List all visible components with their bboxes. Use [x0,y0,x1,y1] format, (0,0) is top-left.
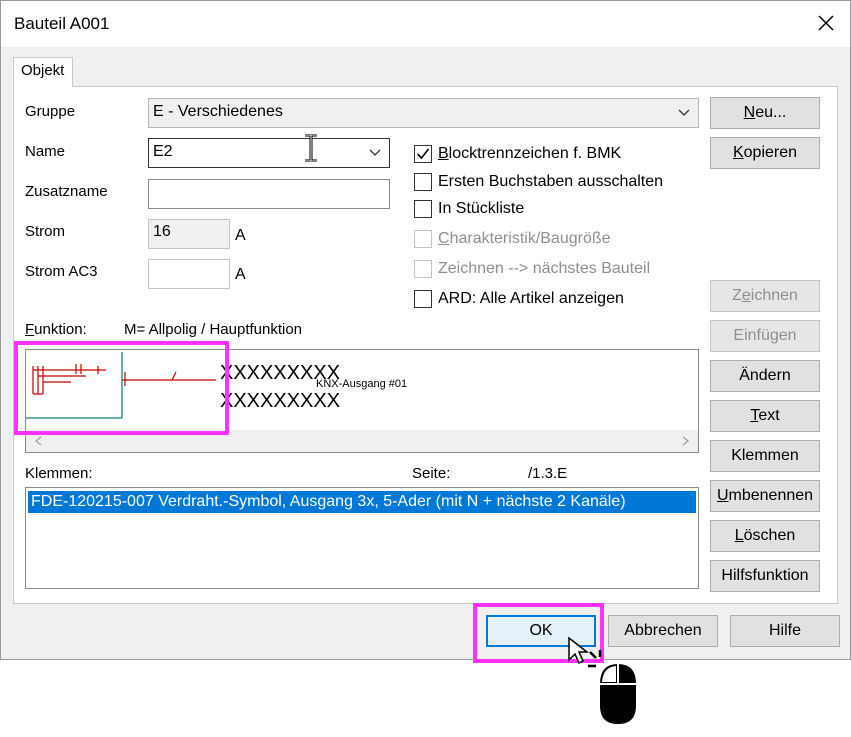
close-icon[interactable] [815,12,837,34]
strom-ac3-unit: A [235,266,246,283]
klemmen-button[interactable]: Klemmen [710,440,820,472]
umbenennen-button[interactable]: Umbenennen [710,480,820,512]
name-label: Name [25,143,66,160]
blocktrennzeichen-label: Blocktrennzeichen f. BMK [438,145,622,162]
ersten-buchstaben-checkbox[interactable] [414,173,432,191]
seite-value: /1.3.E [528,465,568,482]
kopieren-button[interactable]: Kopieren [710,137,820,169]
preview-placeholder-2: XXXXXXXXX [220,390,341,412]
klemmen-label: Klemmen: [25,465,93,482]
strom-label: Strom [25,223,66,240]
ersten-buchstaben-label: Ersten Buchstaben ausschalten [438,173,664,190]
charakteristik-checkbox[interactable] [414,230,432,248]
strom-ac3-label: Strom AC3 [25,263,98,280]
preview-caption: KNX-Ausgang #01 [316,378,408,390]
zeichnen-naechstes-label: Zeichnen --> nächstes Bauteil [438,260,651,277]
hilfe-button[interactable]: Hilfe [730,615,840,647]
strom-ac3-input[interactable] [148,259,230,289]
bauteil-dialog: Bauteil A001 Objekt Gruppe E - Verschied… [0,0,851,660]
in-stueckliste-label: In Stückliste [438,200,525,217]
strom-unit: A [235,227,246,244]
gruppe-value: E - Verschiedenes [153,103,283,120]
text-button[interactable]: Text [710,400,820,432]
ard-alle-artikel-checkbox[interactable] [414,290,432,308]
window-title: Bauteil A001 [14,14,110,33]
in-stueckliste-checkbox[interactable] [414,200,432,218]
list-item[interactable]: FDE-120215-007 Verdraht.-Symbol, Ausgang… [28,491,696,513]
symbol-highlight [14,341,229,435]
neu-button[interactable]: Neu... [710,97,820,129]
name-combobox[interactable]: E2 [148,138,390,168]
einfuegen-button[interactable]: Einfügen [710,320,820,352]
gruppe-dropdown[interactable]: E - Verschiedenes [148,98,699,128]
scroll-right-icon[interactable] [682,436,690,446]
gruppe-label: Gruppe [25,103,76,120]
loeschen-button[interactable]: Löschen [710,520,820,552]
scroll-left-icon[interactable] [34,436,42,446]
title-bar: Bauteil A001 [1,1,850,47]
zusatzname-label: Zusatzname [25,183,108,200]
funktion-value: M= Allpolig / Hauptfunktion [124,321,303,338]
text-cursor-icon [305,134,317,162]
mouse-click-icon [588,650,636,724]
zusatzname-input[interactable] [148,179,390,209]
charakteristik-label: Charakteristik/Baugröße [438,230,611,247]
ard-alle-artikel-label: ARD: Alle Artikel anzeigen [438,290,624,307]
strom-input[interactable]: 16 [148,219,230,249]
seite-label: Seite: [412,465,451,482]
checkmark-icon [416,148,430,160]
zeichnen-button[interactable]: Zeichnen [710,280,820,312]
hilfsfunktion-button[interactable]: Hilfsfunktion [710,560,820,592]
tab-objekt[interactable]: Objekt [13,57,73,87]
abbrechen-button[interactable]: Abbrechen [608,615,718,647]
blocktrennzeichen-checkbox[interactable] [414,145,432,163]
chevron-down-icon [369,149,381,156]
aendern-button[interactable]: Ändern [710,360,820,392]
name-value: E2 [153,143,173,160]
funktion-label: Funktion: [25,321,87,338]
klemmen-list[interactable]: FDE-120215-007 Verdraht.-Symbol, Ausgang… [25,487,699,589]
chevron-down-icon [678,109,690,116]
zeichnen-naechstes-checkbox[interactable] [414,260,432,278]
